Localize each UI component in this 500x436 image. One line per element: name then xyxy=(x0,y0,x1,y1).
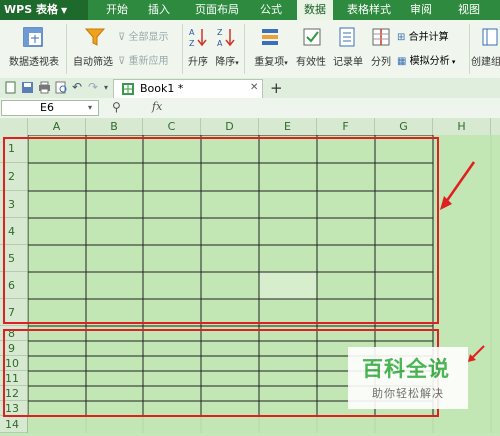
validity-icon xyxy=(302,26,322,48)
tab-formulas[interactable]: 公式 xyxy=(254,0,288,20)
create-group-icon xyxy=(480,26,500,48)
new-file-icon[interactable] xyxy=(4,81,17,94)
column-header-a[interactable]: A xyxy=(28,118,86,135)
column-header-b[interactable]: B xyxy=(86,118,143,135)
merge-calc-label: 合并计算 xyxy=(408,32,449,43)
document-tab[interactable]: Book1 * ✕ xyxy=(113,79,263,98)
split-columns-icon xyxy=(371,26,391,48)
tab-view[interactable]: 视图 xyxy=(452,0,486,20)
spreadsheet-file-icon xyxy=(122,83,134,95)
column-header-d[interactable]: D xyxy=(201,118,259,135)
print-icon[interactable] xyxy=(38,81,51,94)
column-header-c[interactable]: C xyxy=(143,118,201,135)
column-header-g[interactable]: G xyxy=(375,118,433,135)
show-all-label: 全部显示 xyxy=(128,32,169,43)
select-all-corner[interactable] xyxy=(0,118,28,135)
row-header-14[interactable]: 14 xyxy=(0,416,27,433)
sort-ascending-button[interactable]: 升序 xyxy=(186,53,210,68)
whatif-label: 模拟分析 xyxy=(409,56,450,67)
sort-descending-label: 降序 xyxy=(215,57,236,68)
split-columns-button[interactable]: 分列 xyxy=(368,53,394,68)
svg-text:Z: Z xyxy=(217,28,223,37)
column-header-e[interactable]: E xyxy=(259,118,317,135)
sort-descending-button[interactable]: 降序▾ xyxy=(212,53,242,68)
pivot-table-button[interactable]: 数据透视表 xyxy=(4,53,64,68)
redo-icon[interactable]: ↷ xyxy=(88,81,101,94)
filter-icon xyxy=(84,26,106,48)
new-tab-button[interactable]: + xyxy=(270,79,283,97)
name-box[interactable]: E6 ▾ xyxy=(1,100,99,116)
document-tab-title: Book1 * xyxy=(140,82,184,95)
chevron-down-icon[interactable]: ▾ xyxy=(88,101,92,115)
filter-refresh-icon: ⊽ xyxy=(118,56,126,67)
show-all-button[interactable]: ⊽ 全部显示 xyxy=(118,28,169,43)
formula-input[interactable] xyxy=(170,100,498,116)
sort-descending-icon: ZA xyxy=(216,26,236,48)
svg-text:Z: Z xyxy=(189,39,195,48)
autofilter-button[interactable]: 自动筛选 xyxy=(71,53,115,68)
save-icon[interactable] xyxy=(21,81,34,94)
svg-text:A: A xyxy=(217,39,223,48)
reapply-label: 重新应用 xyxy=(128,56,169,67)
close-tab-icon[interactable]: ✕ xyxy=(250,82,258,93)
watermark-title: 百科全说 xyxy=(362,357,450,381)
validity-button[interactable]: 有效性 xyxy=(293,53,329,68)
highlight-box-rows-1-7 xyxy=(3,137,439,324)
fx-button[interactable]: fx xyxy=(152,100,162,113)
column-header-bar: A B C D E F G H xyxy=(0,118,500,136)
cell-reference: E6 xyxy=(40,101,54,114)
reapply-button[interactable]: ⊽ 重新应用 xyxy=(118,52,169,67)
tab-table-style[interactable]: 表格样式 xyxy=(344,0,394,20)
record-form-button[interactable]: 记录单 xyxy=(330,53,366,68)
column-header-h[interactable]: H xyxy=(433,118,491,135)
app-menu-button[interactable]: WPS 表格 ▼ xyxy=(0,0,88,20)
ribbon-divider xyxy=(244,24,245,74)
merge-calc-icon: ⊞ xyxy=(397,32,406,43)
create-group-button[interactable]: 创建组 xyxy=(471,53,500,68)
ribbon-divider xyxy=(66,24,67,74)
watermark-logo: 百科全说 助你轻松解决 xyxy=(348,347,468,409)
tab-home[interactable]: 开始 xyxy=(100,0,134,20)
ribbon-divider xyxy=(469,24,470,74)
zoom-icon[interactable]: ⚲ xyxy=(112,100,126,114)
red-arrow-icon xyxy=(466,344,486,364)
merge-calculation-button[interactable]: ⊞ 合并计算 xyxy=(397,28,449,43)
ribbon-divider xyxy=(182,24,183,74)
record-form-icon xyxy=(337,26,357,48)
undo-icon[interactable]: ↶ xyxy=(72,81,85,94)
print-preview-icon[interactable] xyxy=(55,81,68,94)
column-header-f[interactable]: F xyxy=(317,118,375,135)
svg-text:A: A xyxy=(189,28,195,37)
pivot-table-icon xyxy=(22,26,44,48)
duplicates-button[interactable]: 重复项▾ xyxy=(249,53,293,68)
app-title: WPS 表格 xyxy=(4,3,58,16)
chevron-down-icon: ▼ xyxy=(60,6,68,15)
whatif-analysis-button[interactable]: ▦ 模拟分析 ▾ xyxy=(397,52,455,67)
filter-clear-icon: ⊽ xyxy=(118,32,126,43)
tab-data[interactable]: 数据 xyxy=(297,0,333,20)
whatif-icon: ▦ xyxy=(397,56,407,67)
duplicates-icon xyxy=(260,26,280,48)
tab-page-layout[interactable]: 页面布局 xyxy=(188,0,246,20)
tab-insert[interactable]: 插入 xyxy=(142,0,176,20)
tab-review[interactable]: 审阅 xyxy=(404,0,438,20)
red-arrow-icon xyxy=(438,160,478,212)
duplicates-label: 重复项 xyxy=(254,57,285,68)
sort-ascending-icon: AZ xyxy=(188,26,208,48)
watermark-subtitle: 助你轻松解决 xyxy=(372,387,444,400)
